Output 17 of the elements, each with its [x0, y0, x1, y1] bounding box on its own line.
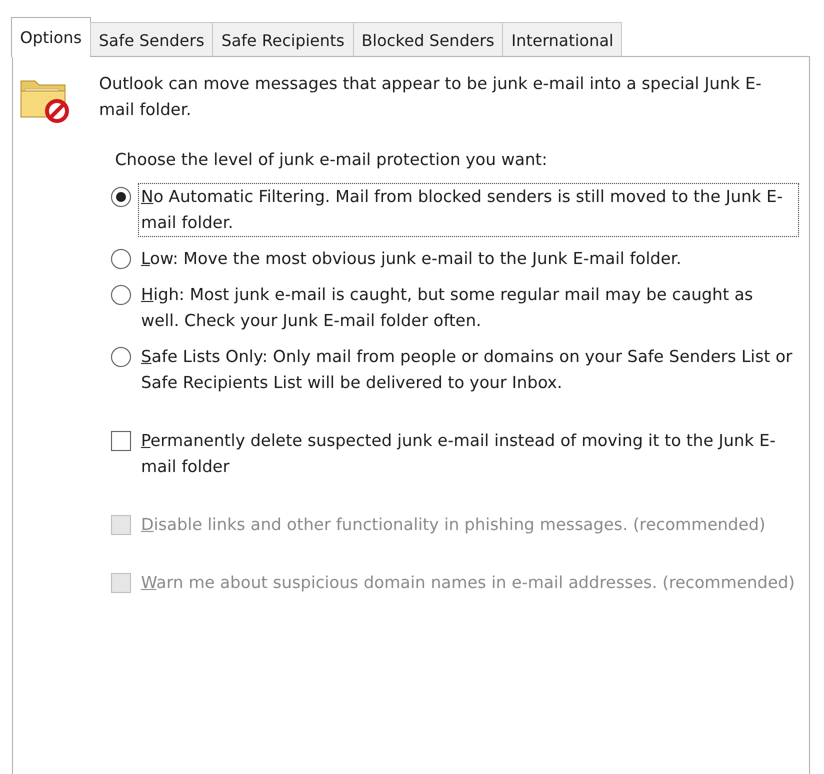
intro-text: Outlook can move messages that appear to be junk e-mail into a special Junk E-mail folder.	[99, 73, 762, 121]
radio-button[interactable]	[111, 187, 131, 207]
tab[interactable]: International	[502, 22, 622, 56]
radio-label[interactable]: No Automatic Filtering. Mail from blocked senders is still moved to the Junk E-mail folder.	[138, 183, 799, 237]
radio-button[interactable]	[111, 347, 131, 367]
radio-label[interactable]: Low: Move the most obvious junk e-mail to the Junk E-mail folder.	[138, 245, 799, 273]
tab[interactable]: Options	[11, 17, 91, 57]
checkbox-label[interactable]: Permanently delete suspected junk e-mail instead of moving it to the Junk E-mail folder	[138, 427, 799, 481]
radio-label[interactable]: Safe Lists Only: Only mail from people or domains on your Safe Senders List or Safe Recipients List will be delivered to your Inbox.	[138, 343, 799, 397]
tab[interactable]: Safe Senders	[90, 22, 214, 56]
tab[interactable]: Safe Recipients	[212, 22, 354, 56]
radio-button[interactable]	[111, 249, 131, 269]
prompt-text: Choose the level of junk e-mail protection you want:	[115, 149, 548, 171]
radio-button[interactable]	[111, 285, 131, 305]
checkbox[interactable]	[111, 431, 131, 451]
tab[interactable]: Blocked Senders	[352, 22, 504, 56]
radio-label[interactable]: High: Most junk e-mail is caught, but some regular mail may be caught as well. Check your Junk E-mail folder often.	[138, 281, 799, 335]
